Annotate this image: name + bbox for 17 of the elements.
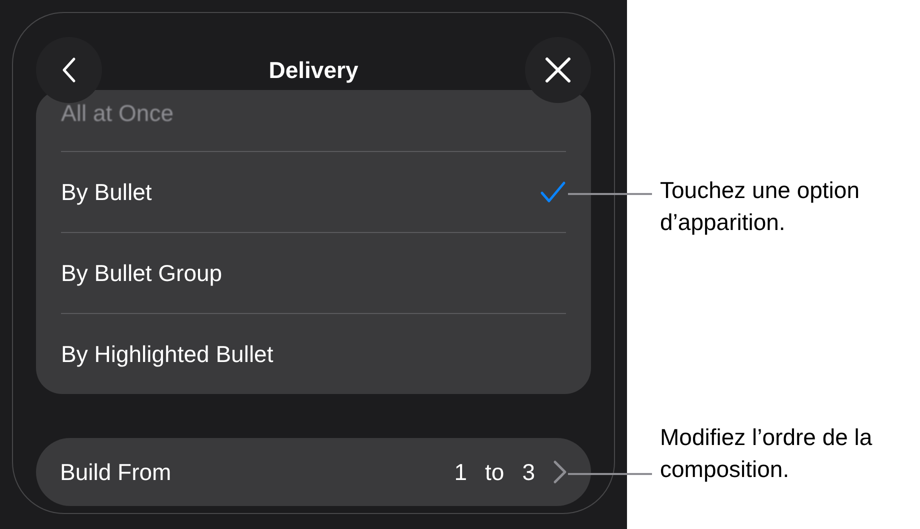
option-row[interactable]: By Bullet xyxy=(61,151,566,232)
option-label: By Bullet Group xyxy=(61,258,222,288)
option-label: All at Once xyxy=(61,99,174,128)
back-icon xyxy=(62,57,76,83)
option-label: By Bullet xyxy=(61,178,152,207)
option-label: By Highlighted Bullet xyxy=(61,340,274,369)
option-row[interactable]: By Bullet Group xyxy=(61,232,566,313)
callout-text: Modifiez l’ordre de la composition. xyxy=(660,423,874,484)
build-range-start: 1 xyxy=(454,458,468,487)
build-range-connector: to xyxy=(485,458,504,487)
chevron-icon xyxy=(553,460,567,484)
callout-text: Touchez une option d’apparition. xyxy=(660,176,860,237)
build-from-button[interactable]: Build From 1 to 3 xyxy=(36,438,591,506)
option-row[interactable]: By Highlighted Bullet xyxy=(61,313,566,394)
popover-title: Delivery xyxy=(268,56,358,85)
close-icon xyxy=(544,57,571,83)
build-range-end: 3 xyxy=(522,458,535,487)
